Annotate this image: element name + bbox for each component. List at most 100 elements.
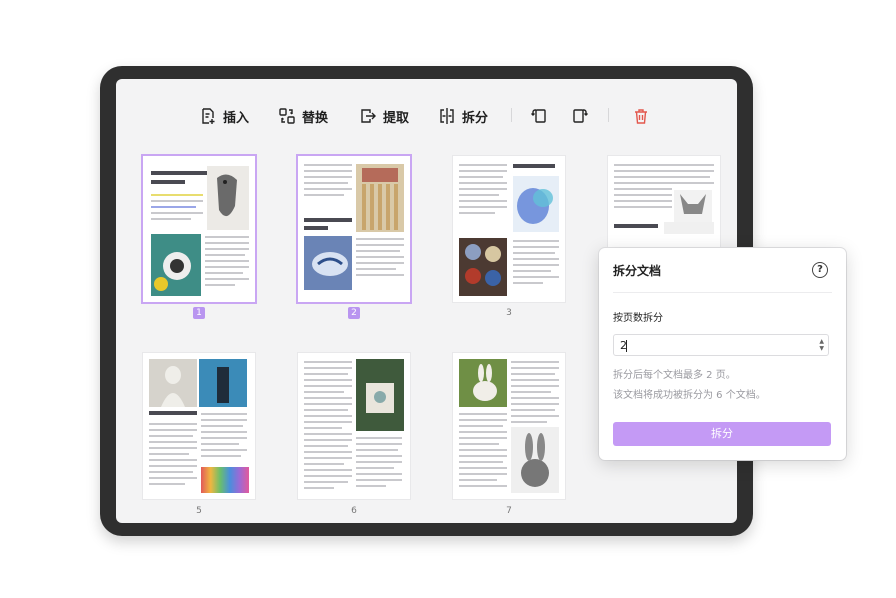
text-line [614, 200, 672, 202]
page-heading [149, 411, 197, 415]
text-line [304, 481, 348, 483]
text-line [614, 188, 672, 190]
text-line [149, 429, 197, 431]
insert-button[interactable]: 插入 [199, 106, 249, 126]
page-number: 7 [506, 506, 512, 516]
text-line [205, 236, 249, 238]
text-line [459, 413, 507, 415]
text-line [304, 439, 352, 441]
text-line [304, 194, 344, 196]
toolbar-divider [608, 108, 609, 122]
text-line [149, 483, 185, 485]
text-line [459, 467, 507, 469]
page-thumbnail[interactable] [453, 353, 565, 499]
page-thumbnail[interactable] [143, 156, 255, 302]
split-button[interactable]: 拆分 [438, 106, 488, 126]
text-line [205, 248, 249, 250]
insert-icon [202, 108, 215, 124]
text-line [149, 477, 197, 479]
text-line [511, 397, 559, 399]
page-number: 3 [506, 308, 512, 318]
delete-button[interactable] [631, 106, 651, 126]
text-line [149, 441, 197, 443]
page-heading [151, 180, 185, 184]
text-line [201, 449, 247, 451]
page-number: 5 [196, 506, 202, 516]
text-line [459, 419, 507, 421]
text-line [459, 164, 507, 166]
text-line [304, 445, 348, 447]
text-line [304, 379, 352, 381]
replace-button[interactable]: 替换 [278, 106, 328, 126]
replace-label: 替换 [302, 110, 329, 126]
text-line [513, 252, 555, 254]
text-line [459, 485, 507, 487]
chihuahua-sketch-image [674, 190, 712, 222]
text-line [459, 176, 503, 178]
text-line [201, 425, 243, 427]
text-line [513, 282, 543, 284]
extract-label: 提取 [383, 110, 410, 126]
color-pencils-image [201, 467, 249, 493]
text-line [149, 447, 197, 449]
text-line [459, 170, 507, 172]
text-line [205, 272, 243, 274]
page-heading [304, 226, 328, 230]
text-line [304, 182, 348, 184]
extract-button[interactable]: 提取 [359, 106, 409, 126]
pages-per-document-input[interactable]: 2 ▲ ▼ [613, 334, 829, 356]
text-line [511, 421, 547, 423]
insert-label: 插入 [223, 110, 250, 126]
rotate-right-button[interactable] [570, 106, 590, 126]
text-line [459, 461, 503, 463]
text-line [356, 268, 396, 270]
rotate-left-icon [531, 109, 546, 123]
text-line [304, 188, 352, 190]
help-icon[interactable]: ? [812, 262, 828, 278]
text-line [511, 403, 559, 405]
text-line [304, 457, 352, 459]
text-line [513, 258, 559, 260]
text-line [201, 443, 239, 445]
page-thumbnail[interactable] [298, 156, 410, 302]
text-line [304, 385, 352, 387]
text-line [356, 449, 398, 451]
stepper-icon[interactable]: ▲ ▼ [819, 338, 824, 352]
text-line [151, 206, 196, 208]
text-line [459, 431, 507, 433]
dialog-title: 拆分文档 [613, 264, 662, 278]
text-line [513, 270, 551, 272]
text-line [205, 254, 245, 256]
text-line [304, 373, 348, 375]
text-line [459, 473, 507, 475]
text-line [201, 413, 247, 415]
sketchbook-photo-image [356, 359, 404, 431]
text-line [459, 425, 503, 427]
ink-painting-image [304, 236, 352, 290]
text-line [304, 391, 344, 393]
text-line [356, 274, 404, 276]
text-line [304, 367, 352, 369]
text-line [513, 264, 559, 266]
text-line [356, 467, 394, 469]
text-line [149, 435, 193, 437]
page-number: 6 [351, 506, 357, 516]
page-thumbnail[interactable] [143, 353, 255, 499]
text-line [614, 170, 714, 172]
text-line [511, 391, 551, 393]
text-line [356, 244, 404, 246]
rotate-left-button[interactable] [529, 106, 549, 126]
split-submit-button[interactable]: 拆分 [613, 422, 831, 446]
text-line [511, 361, 559, 363]
text-line [205, 242, 249, 244]
text-line [356, 437, 402, 439]
text-line [459, 188, 507, 190]
text-line [304, 475, 352, 477]
text-line [511, 415, 559, 417]
page-thumbnail[interactable] [453, 156, 565, 302]
page-thumbnail[interactable] [298, 353, 410, 499]
text-line [614, 176, 710, 178]
split-document-dialog: 拆分文档 ? 按页数拆分 2 ▲ ▼ 拆分后每个文档最多 2 页。 该文档将成功被… [599, 248, 846, 460]
text-line [356, 461, 402, 463]
text-line [614, 206, 672, 208]
